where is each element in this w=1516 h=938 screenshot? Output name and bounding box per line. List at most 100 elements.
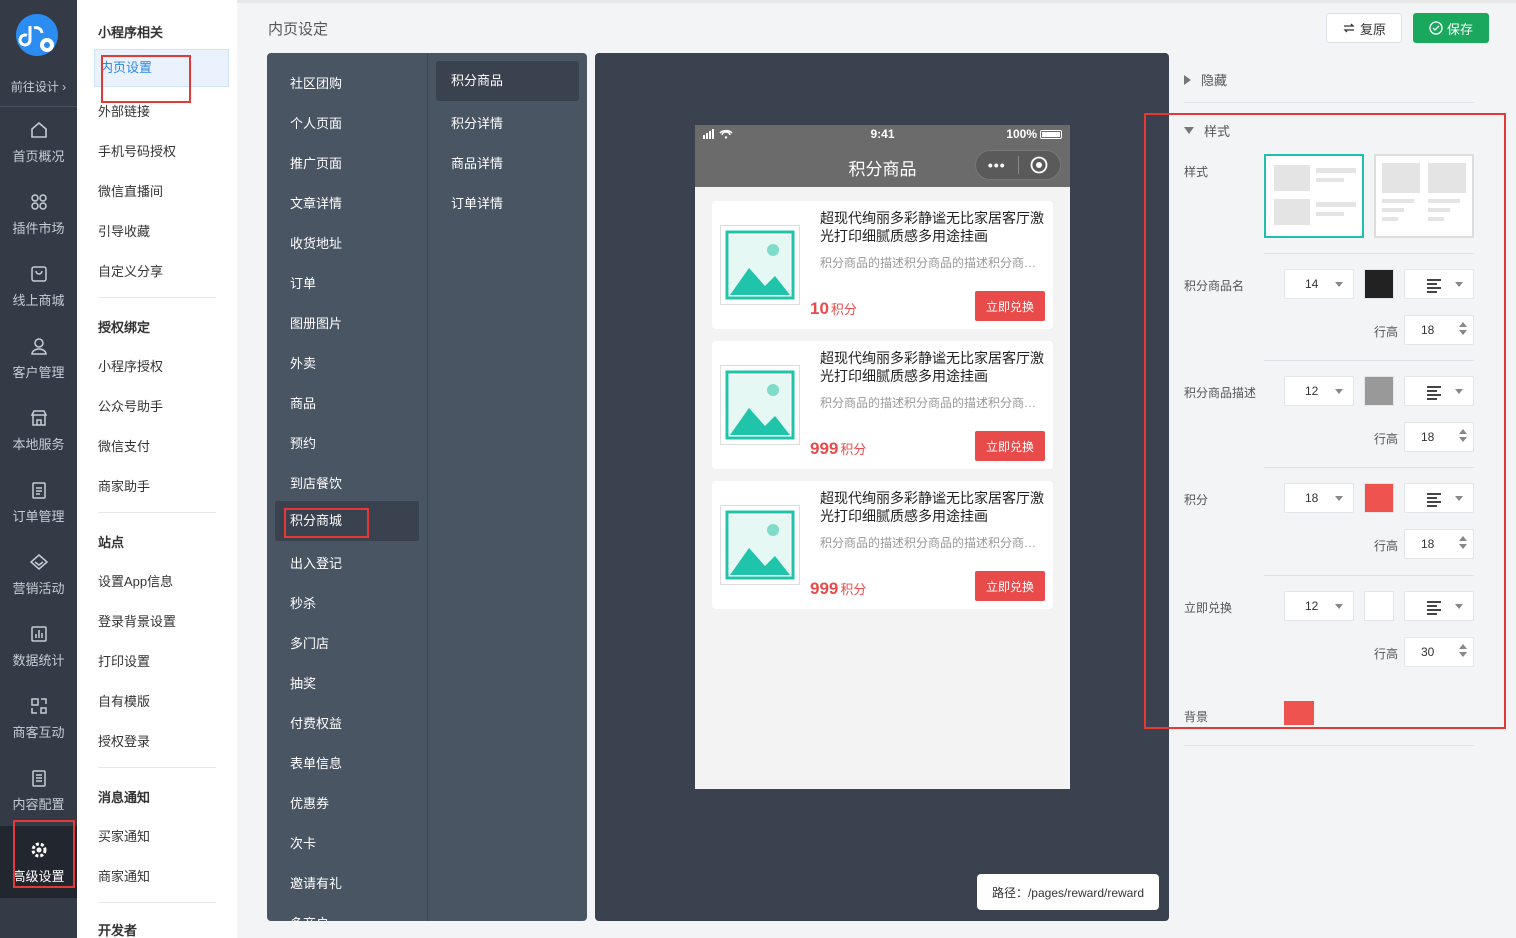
text-align-select[interactable] — [1404, 269, 1474, 299]
category-item[interactable]: 到店餐饮 — [290, 473, 342, 492]
category-item[interactable]: 推广页面 — [290, 153, 342, 172]
stepper-icon[interactable] — [1459, 644, 1467, 660]
style-option-list[interactable] — [1264, 154, 1364, 238]
product-card[interactable]: 超现代绚丽多彩静谧无比家居客厅激光打印细腻质感多用途挂画 积分商品的描述积分商品的… — [712, 481, 1053, 609]
category-list: 社区团购个人页面推广页面文章详情收货地址订单图册图片外卖商品预约到店餐饮积分商城… — [267, 53, 427, 921]
more-icon[interactable]: ••• — [976, 157, 1018, 173]
category-item[interactable]: 出入登记 — [290, 553, 342, 572]
category-item[interactable]: 商品 — [290, 393, 316, 412]
category-item[interactable]: 抽奖 — [290, 673, 316, 692]
menu-item-favorite-guide[interactable]: 引导收藏 — [98, 221, 150, 240]
menu-item-miniapp-auth[interactable]: 小程序授权 — [98, 356, 163, 375]
category-item[interactable]: 订单 — [290, 273, 316, 292]
category-item[interactable]: 图册图片 — [290, 313, 342, 332]
category-item[interactable]: 表单信息 — [290, 753, 342, 772]
category-item[interactable]: 外卖 — [290, 353, 316, 372]
font-size-select[interactable]: 14 — [1284, 269, 1354, 299]
product-card[interactable]: 超现代绚丽多彩静谧无比家居客厅激光打印细腻质感多用途挂画 积分商品的描述积分商品的… — [712, 201, 1053, 329]
rail-item-label: 商客互动 — [12, 724, 65, 740]
menu-item-merchant-notice[interactable]: 商家通知 — [98, 866, 150, 885]
menu-item-phone-auth[interactable]: 手机号码授权 — [98, 141, 176, 160]
menu-item-external-link[interactable]: 外部链接 — [98, 101, 150, 120]
font-size-select[interactable]: 12 — [1284, 591, 1354, 621]
menu-item-own-template[interactable]: 自有模版 — [98, 691, 150, 710]
category-item[interactable]: 文章详情 — [290, 193, 342, 212]
category-item[interactable]: 收货地址 — [290, 233, 342, 252]
line-height-input[interactable]: 18 — [1404, 529, 1474, 559]
design-link[interactable]: 前往设计 › — [0, 78, 77, 95]
hidden-section-toggle[interactable]: 隐藏 — [1184, 70, 1227, 89]
points-unit: 积分 — [840, 582, 867, 597]
rail-item-plugins[interactable]: 插件市场 — [0, 178, 77, 250]
rail-item-orders[interactable]: 订单管理 — [0, 466, 77, 538]
category-item[interactable]: 秒杀 — [290, 593, 316, 612]
menu-item-merchant-assistant[interactable]: 商家助手 — [98, 476, 150, 495]
text-color-swatch[interactable] — [1364, 269, 1394, 299]
rail-item-home[interactable]: 首页概况 — [0, 106, 77, 178]
menu-item-print[interactable]: 打印设置 — [98, 651, 150, 670]
category-item[interactable]: 优惠券 — [290, 793, 329, 812]
category-item[interactable]: 积分商城 — [275, 501, 419, 541]
save-button[interactable]: 保存 — [1413, 13, 1489, 43]
redeem-button[interactable]: 立即兑换 — [975, 431, 1045, 461]
subpage-item[interactable]: 积分商品 — [436, 61, 579, 101]
rail-item-content[interactable]: 内容配置 — [0, 754, 77, 826]
subpage-item[interactable]: 商品详情 — [451, 153, 503, 172]
text-color-swatch[interactable] — [1364, 591, 1394, 621]
stepper-icon[interactable] — [1459, 322, 1467, 338]
text-align-select[interactable] — [1404, 376, 1474, 406]
category-item[interactable]: 邀请有礼 — [290, 873, 342, 892]
restore-button[interactable]: 复原 — [1326, 13, 1402, 43]
style-option-grid[interactable] — [1374, 154, 1474, 238]
menu-item-login-bg[interactable]: 登录背景设置 — [98, 611, 176, 630]
rail-item-customers[interactable]: 客户管理 — [0, 322, 77, 394]
line-height-value: 18 — [1421, 430, 1435, 444]
menu-item-inner-page[interactable]: 内页设置 — [94, 49, 229, 87]
font-size-select[interactable]: 18 — [1284, 483, 1354, 513]
menu-item-live[interactable]: 微信直播间 — [98, 181, 163, 200]
rail-item-advanced[interactable]: 高级设置 — [0, 826, 77, 898]
category-item[interactable]: 付费权益 — [290, 713, 342, 732]
app-logo[interactable] — [16, 14, 58, 56]
background-color-swatch[interactable] — [1284, 701, 1314, 725]
product-card[interactable]: 超现代绚丽多彩静谧无比家居客厅激光打印细腻质感多用途挂画 积分商品的描述积分商品的… — [712, 341, 1053, 469]
redeem-button[interactable]: 立即兑换 — [975, 571, 1045, 601]
stepper-icon[interactable] — [1459, 429, 1467, 445]
category-item[interactable]: 预约 — [290, 433, 316, 452]
product-name: 超现代绚丽多彩静谧无比家居客厅激光打印细腻质感多用途挂画 — [820, 490, 1044, 524]
rail-item-interaction[interactable]: 商客互动 — [0, 682, 77, 754]
text-align-select[interactable] — [1404, 591, 1474, 621]
rail-item-local[interactable]: 本地服务 — [0, 394, 77, 466]
rail-item-marketing[interactable]: 营销活动 — [0, 538, 77, 610]
style-section-toggle[interactable]: 样式 — [1184, 121, 1230, 140]
category-item[interactable]: 社区团购 — [290, 73, 342, 92]
font-size-select[interactable]: 12 — [1284, 376, 1354, 406]
line-height-input[interactable]: 30 — [1404, 637, 1474, 667]
redeem-button[interactable]: 立即兑换 — [975, 291, 1045, 321]
text-color-swatch[interactable] — [1364, 376, 1394, 406]
line-height-input[interactable]: 18 — [1404, 315, 1474, 345]
menu-item-wechat-pay[interactable]: 微信支付 — [98, 436, 150, 455]
caret-down-icon — [1184, 127, 1194, 134]
stepper-icon[interactable] — [1459, 536, 1467, 552]
rail-item-mall[interactable]: 线上商城 — [0, 250, 77, 322]
category-item[interactable]: 次卡 — [290, 833, 316, 852]
menu-item-app-info[interactable]: 设置App信息 — [98, 571, 173, 590]
text-color-swatch[interactable] — [1364, 483, 1394, 513]
category-item[interactable]: 个人页面 — [290, 113, 342, 132]
subpage-item[interactable]: 积分详情 — [451, 113, 503, 132]
menu-item-buyer-notice[interactable]: 买家通知 — [98, 826, 150, 845]
close-target-icon[interactable] — [1018, 156, 1060, 174]
menu-item-mp-assistant[interactable]: 公众号助手 — [98, 396, 163, 415]
menu-item-auth-login[interactable]: 授权登录 — [98, 731, 150, 750]
menu-divider — [98, 767, 216, 768]
category-item[interactable]: 多商户 — [290, 913, 329, 921]
menu-item-custom-share[interactable]: 自定义分享 — [98, 261, 163, 280]
rail-item-label: 首页概况 — [12, 148, 65, 164]
miniapp-capsule[interactable]: ••• — [975, 150, 1061, 180]
rail-item-stats[interactable]: 数据统计 — [0, 610, 77, 682]
category-item[interactable]: 多门店 — [290, 633, 329, 652]
line-height-input[interactable]: 18 — [1404, 422, 1474, 452]
subpage-item[interactable]: 订单详情 — [451, 193, 503, 212]
text-align-select[interactable] — [1404, 483, 1474, 513]
